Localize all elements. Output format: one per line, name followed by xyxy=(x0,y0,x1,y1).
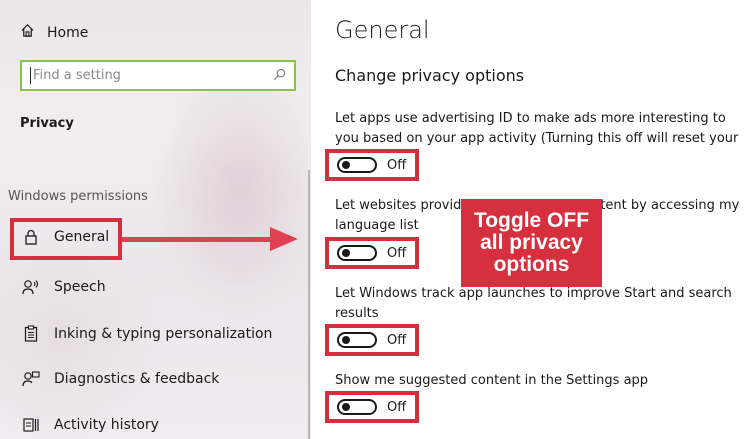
toggle-switch[interactable] xyxy=(337,245,377,261)
callout-line: all privacy xyxy=(480,231,583,254)
callout-line: Toggle OFF xyxy=(473,209,590,232)
advertising-id-toggle[interactable]: Off xyxy=(325,149,419,181)
sidebar-item-label: Speech xyxy=(54,279,106,295)
text-caret xyxy=(30,67,31,84)
home-nav-item[interactable]: Home xyxy=(20,23,88,42)
option-description: Let Windows track app launches to improv… xyxy=(335,286,732,321)
speech-icon xyxy=(22,279,40,295)
toggle-state-label: Off xyxy=(387,332,407,348)
suggested-content-toggle[interactable]: Off xyxy=(325,391,419,423)
app-launch-tracking-toggle[interactable]: Off xyxy=(325,324,419,356)
page-title: General xyxy=(335,16,430,44)
search-icon[interactable] xyxy=(273,66,286,85)
general-highlight-box xyxy=(10,218,122,260)
home-icon xyxy=(20,23,35,42)
diagnostics-icon xyxy=(22,371,40,387)
toggle-switch[interactable] xyxy=(337,157,377,173)
sidebar-item-label: Inking & typing personalization xyxy=(54,325,273,342)
sidebar-item-label: Diagnostics & feedback xyxy=(54,371,220,387)
toggle-state-label: Off xyxy=(387,245,407,261)
callout-line: options xyxy=(493,253,570,276)
toggle-state-label: Off xyxy=(387,399,407,415)
toggle-switch[interactable] xyxy=(337,399,377,415)
sidebar-item-label: Activity history xyxy=(54,417,159,433)
sidebar-item-diagnostics[interactable]: Diagnostics & feedback xyxy=(22,371,219,387)
settings-sidebar: Home Privacy Windows permissions General… xyxy=(0,0,311,439)
settings-content: General Change privacy options Let apps … xyxy=(311,0,748,439)
inking-icon xyxy=(22,325,40,342)
sidebar-item-speech[interactable]: Speech xyxy=(22,279,106,295)
toggle-state-label: Off xyxy=(387,157,407,173)
group-label: Windows permissions xyxy=(8,189,148,204)
toggle-switch[interactable] xyxy=(337,332,377,348)
scrollbar[interactable] xyxy=(308,170,310,439)
home-label: Home xyxy=(47,24,89,41)
option-description: Show me suggested content in the Setting… xyxy=(335,373,649,388)
section-title: Privacy xyxy=(20,116,74,131)
annotation-callout: Toggle OFF all privacy options xyxy=(461,199,602,287)
activity-history-icon xyxy=(22,417,40,433)
background-blur xyxy=(150,60,311,320)
annotation-arrow-head xyxy=(270,227,298,251)
sidebar-item-activity-history[interactable]: Activity history xyxy=(22,417,159,433)
sidebar-item-inking[interactable]: Inking & typing personalization xyxy=(22,325,272,342)
settings-search-box[interactable] xyxy=(20,60,296,91)
section-heading: Change privacy options xyxy=(335,66,525,85)
annotation-arrow xyxy=(122,237,272,242)
search-input[interactable] xyxy=(33,68,273,83)
language-list-toggle[interactable]: Off xyxy=(325,237,419,269)
